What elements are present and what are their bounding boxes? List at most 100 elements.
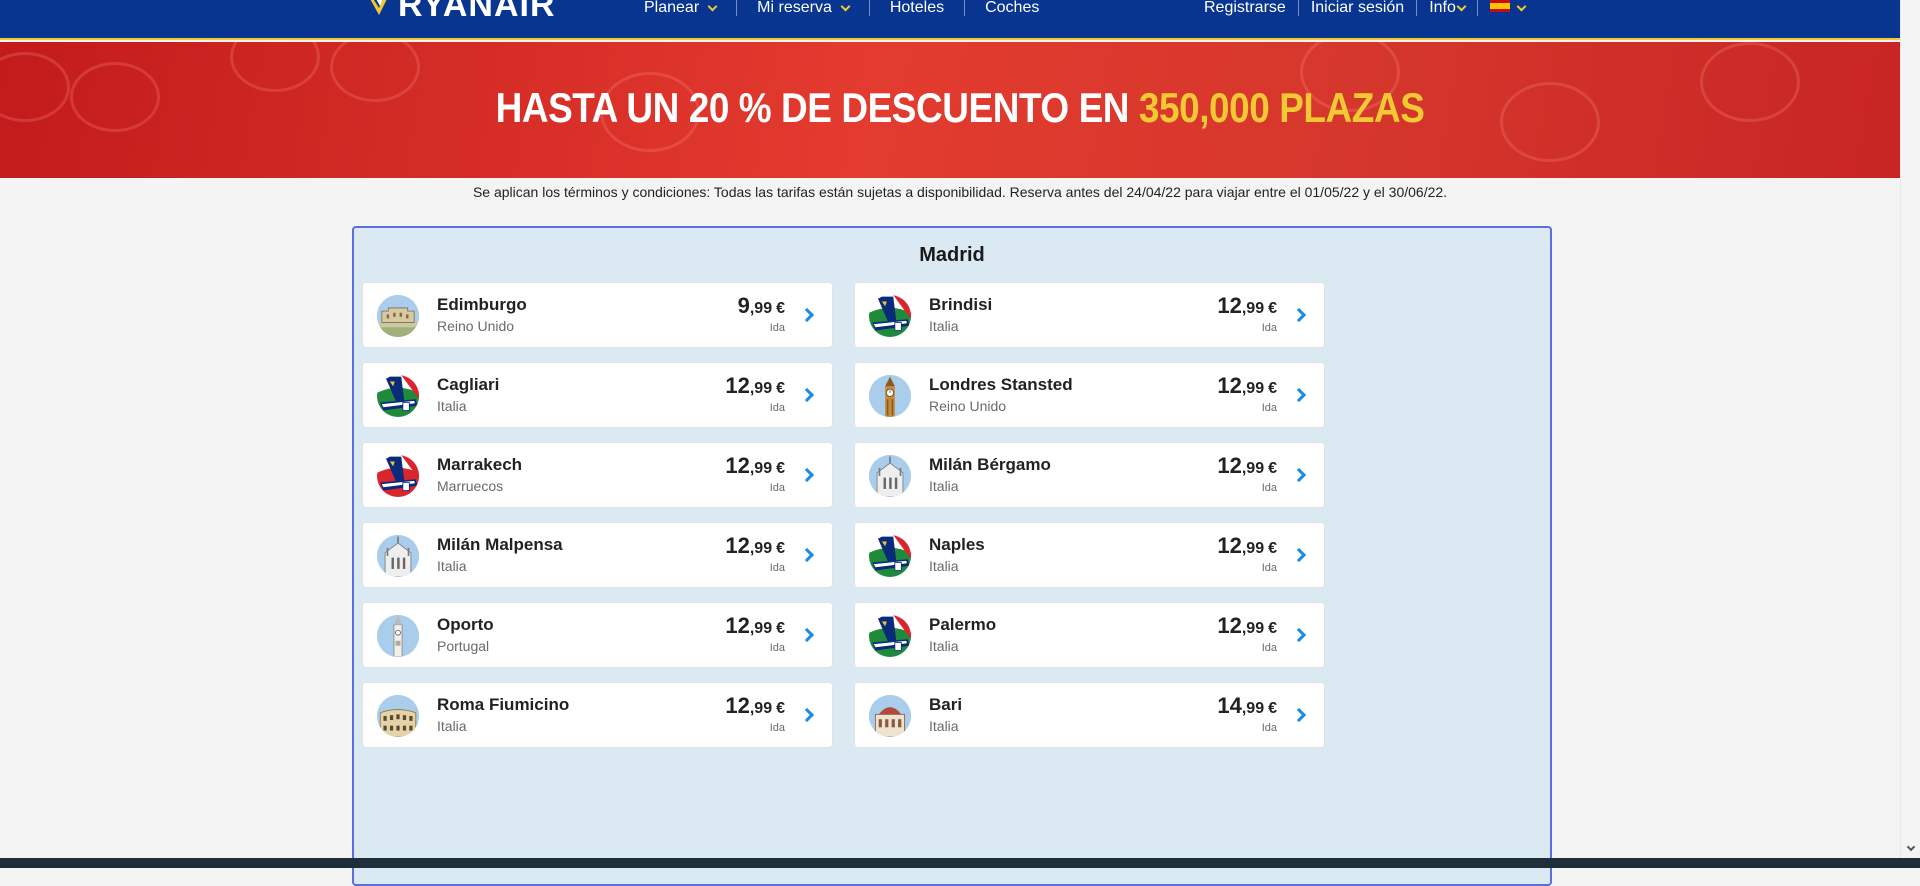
- login-label: Iniciar sesión: [1311, 0, 1404, 16]
- promo-banner[interactable]: HASTA UN 20 % DE DESCUENTO EN 350,000 PL…: [0, 42, 1920, 178]
- chevron-right-icon[interactable]: [1292, 628, 1306, 642]
- destination-card[interactable]: Oporto Portugal 12,99€ Ida: [362, 602, 833, 668]
- price-integer: 9: [738, 293, 750, 318]
- scroll-down-icon[interactable]: [1907, 843, 1915, 851]
- destination-country: Italia: [929, 558, 959, 574]
- nav-item-label: Mi reserva: [757, 0, 832, 16]
- price-currency: €: [1268, 700, 1277, 717]
- plane-tail-morocco-icon: [377, 455, 419, 497]
- price-currency: €: [776, 300, 785, 317]
- destination-price: 12,99€: [725, 453, 785, 479]
- price-integer: 12: [1217, 293, 1241, 318]
- destination-city: Milán Malpensa: [437, 535, 563, 555]
- price-currency: €: [776, 540, 785, 557]
- chevron-right-icon[interactable]: [1292, 548, 1306, 562]
- destination-city: Milán Bérgamo: [929, 455, 1051, 475]
- destination-card[interactable]: Naples Italia 12,99€ Ida: [854, 522, 1325, 588]
- main-nav: Planear Mi reserva HotelesCoches: [624, 0, 1059, 18]
- nav-item-hoteles[interactable]: Hoteles: [870, 0, 965, 16]
- price-currency: €: [1268, 540, 1277, 557]
- ryanair-logo[interactable]: RYANAIR: [366, 0, 556, 22]
- destination-price: 12,99€: [1217, 373, 1277, 399]
- price-decimal: ,99: [750, 620, 772, 637]
- destination-card[interactable]: Edimburgo Reino Unido 9,99€ Ida: [362, 282, 833, 348]
- chevron-right-icon[interactable]: [1292, 468, 1306, 482]
- price-integer: 12: [1217, 533, 1241, 558]
- register-link[interactable]: Registrarse: [1192, 0, 1299, 16]
- price-integer: 12: [1217, 373, 1241, 398]
- destination-price: 12,99€: [725, 613, 785, 639]
- destination-price: 12,99€: [1217, 533, 1277, 559]
- price-currency: €: [776, 460, 785, 477]
- destination-card[interactable]: Brindisi Italia 12,99€ Ida: [854, 282, 1325, 348]
- nav-item-planear[interactable]: Planear: [624, 0, 737, 16]
- price-currency: €: [1268, 300, 1277, 317]
- language-selector[interactable]: [1478, 0, 1537, 16]
- logo-text: RYANAIR: [398, 0, 556, 22]
- fare-type-label: Ida: [1262, 482, 1277, 494]
- destination-card[interactable]: Milán Malpensa Italia 12,99€ Ida: [362, 522, 833, 588]
- price-decimal: ,99: [1242, 380, 1264, 397]
- spain-flag-icon: [1490, 0, 1510, 12]
- destination-card[interactable]: Bari Italia 14,99€ Ida: [854, 682, 1325, 748]
- chevron-right-icon[interactable]: [800, 468, 814, 482]
- nav-item-mi-reserva[interactable]: Mi reserva: [737, 0, 870, 16]
- destination-card[interactable]: Londres Stansted Reino Unido 12,99€ Ida: [854, 362, 1325, 428]
- destination-card[interactable]: Cagliari Italia 12,99€ Ida: [362, 362, 833, 428]
- price-integer: 12: [725, 373, 749, 398]
- nav-item-coches[interactable]: Coches: [965, 0, 1059, 16]
- destination-city: Marrakech: [437, 455, 522, 475]
- price-integer: 12: [1217, 453, 1241, 478]
- plane-tail-italy-icon: [869, 535, 911, 577]
- chevron-right-icon[interactable]: [1292, 388, 1306, 402]
- fare-type-label: Ida: [770, 642, 785, 654]
- destination-card[interactable]: Marrakech Marruecos 12,99€ Ida: [362, 442, 833, 508]
- footer-bar: [0, 858, 1920, 868]
- info-menu[interactable]: Info: [1417, 0, 1478, 16]
- chevron-right-icon[interactable]: [1292, 308, 1306, 322]
- castle-icon: [377, 295, 419, 337]
- login-link[interactable]: Iniciar sesión: [1299, 0, 1417, 16]
- price-decimal: ,99: [750, 540, 772, 557]
- destination-city: Palermo: [929, 615, 996, 635]
- destination-price: 14,99€: [1217, 693, 1277, 719]
- fare-type-label: Ida: [1262, 642, 1277, 654]
- price-integer: 12: [725, 533, 749, 558]
- chevron-right-icon[interactable]: [800, 548, 814, 562]
- price-decimal: ,99: [750, 460, 772, 477]
- plane-tail-italy-icon: [869, 295, 911, 337]
- decorative-glasses: [0, 52, 70, 122]
- destination-city: Naples: [929, 535, 985, 555]
- fare-type-label: Ida: [770, 402, 785, 414]
- destination-price: 12,99€: [1217, 453, 1277, 479]
- destination-card[interactable]: Palermo Italia 12,99€ Ida: [854, 602, 1325, 668]
- origin-title: Madrid: [354, 244, 1550, 267]
- destination-city: Brindisi: [929, 295, 992, 315]
- harp-logo-icon: [366, 0, 392, 17]
- chevron-right-icon[interactable]: [800, 388, 814, 402]
- banner-title: HASTA UN 20 % DE DESCUENTO EN 350,000 PL…: [115, 84, 1805, 132]
- price-decimal: ,99: [750, 300, 772, 317]
- destination-city: Bari: [929, 695, 962, 715]
- big-ben-icon: [869, 375, 911, 417]
- chevron-right-icon[interactable]: [800, 628, 814, 642]
- destination-price: 12,99€: [725, 373, 785, 399]
- fare-type-label: Ida: [1262, 322, 1277, 334]
- price-currency: €: [1268, 380, 1277, 397]
- fare-type-label: Ida: [1262, 562, 1277, 574]
- destination-card[interactable]: Roma Fiumicino Italia 12,99€ Ida: [362, 682, 833, 748]
- price-integer: 12: [725, 453, 749, 478]
- chevron-right-icon[interactable]: [800, 708, 814, 722]
- scrollbar[interactable]: [1900, 0, 1920, 858]
- chevron-right-icon[interactable]: [800, 308, 814, 322]
- price-currency: €: [1268, 460, 1277, 477]
- chevron-right-icon[interactable]: [1292, 708, 1306, 722]
- destination-card[interactable]: Milán Bérgamo Italia 12,99€ Ida: [854, 442, 1325, 508]
- destination-country: Italia: [437, 718, 467, 734]
- fare-type-label: Ida: [770, 722, 785, 734]
- price-decimal: ,99: [750, 380, 772, 397]
- price-integer: 14: [1217, 693, 1241, 718]
- banner-title-main: HASTA UN 20 % DE DESCUENTO EN: [496, 84, 1129, 131]
- destination-price: 12,99€: [725, 533, 785, 559]
- price-currency: €: [776, 380, 785, 397]
